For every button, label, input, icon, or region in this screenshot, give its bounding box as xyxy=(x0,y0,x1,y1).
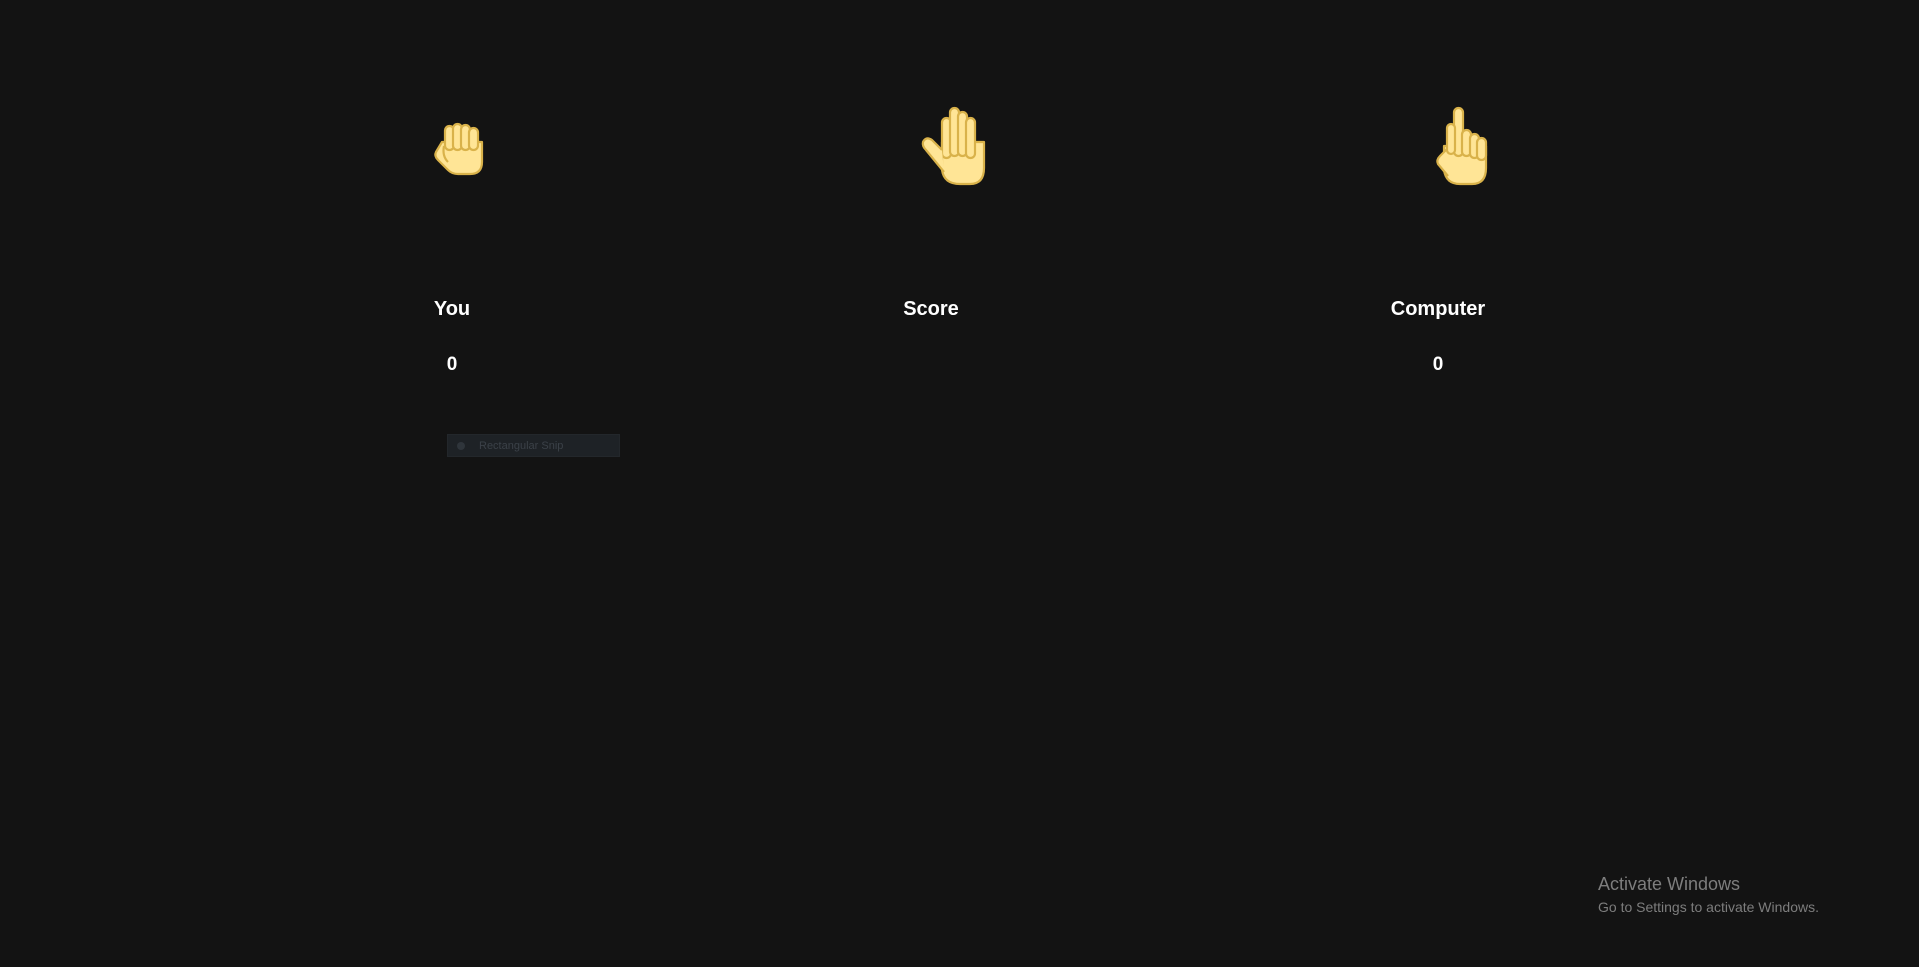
scissors-button[interactable] xyxy=(1430,106,1492,186)
you-label: You xyxy=(433,298,471,320)
pointing-hand-icon xyxy=(1436,106,1488,186)
game-stage: You Score Computer 0 0 Rectangular Snip … xyxy=(0,0,1919,967)
watermark-title: Activate Windows xyxy=(1598,874,1741,894)
fist-hand-icon xyxy=(434,122,484,176)
activate-windows-watermark: Activate Windows Go to Settings to activ… xyxy=(1598,873,1819,917)
rock-button[interactable] xyxy=(428,116,488,176)
computer-label: Computer xyxy=(1390,298,1486,320)
paper-button[interactable] xyxy=(918,106,990,186)
score-title: Score xyxy=(903,298,959,320)
rectangular-snip-overlay[interactable]: Rectangular Snip xyxy=(447,434,620,457)
you-score: 0 xyxy=(446,354,458,375)
watermark-subtitle: Go to Settings to activate Windows. xyxy=(1598,899,1819,915)
snip-icon xyxy=(457,441,465,450)
computer-score: 0 xyxy=(1432,354,1444,375)
snip-label: Rectangular Snip xyxy=(479,439,564,452)
open-hand-icon xyxy=(921,106,986,186)
